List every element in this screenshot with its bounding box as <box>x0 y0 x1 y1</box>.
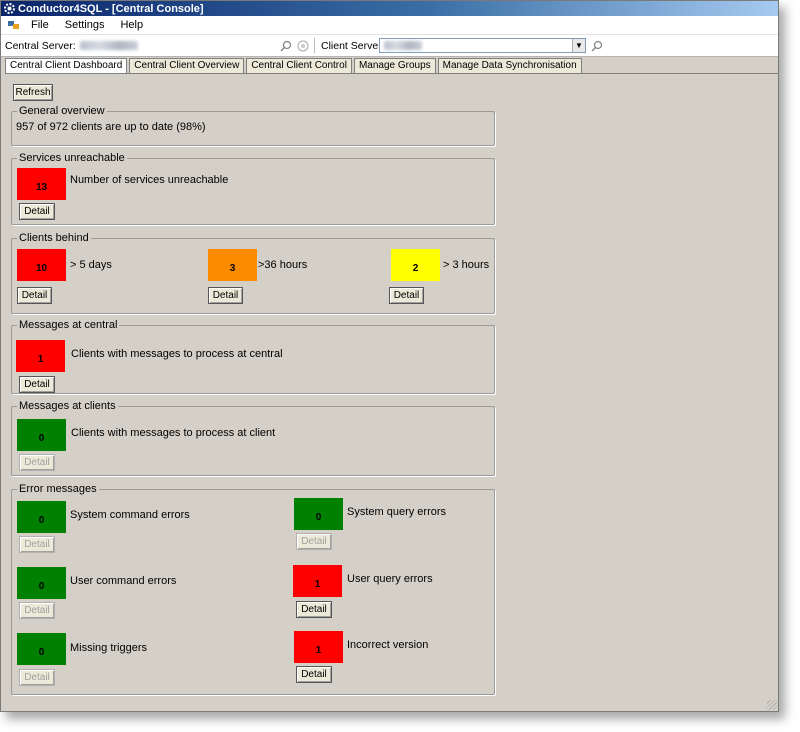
messages-clients-group: Messages at clients 0 Clients with messa… <box>11 400 495 476</box>
messages-clients-indicator: 0 <box>17 419 66 451</box>
title-bar: Conductor4SQL - [Central Console] <box>1 1 778 16</box>
clients-behind-5days-label: > 5 days <box>70 259 112 271</box>
system-query-errors-label: System query errors <box>347 506 447 518</box>
messages-clients-label: Clients with messages to process at clie… <box>71 427 276 439</box>
clients-behind-3hours-label: > 3 hours <box>443 259 490 271</box>
services-unreachable-label: Number of services unreachable <box>70 174 229 186</box>
user-query-errors-label: User query errors <box>347 573 433 585</box>
main-window: Conductor4SQL - [Central Console] File S… <box>0 0 779 712</box>
services-unreachable-indicator: 13 <box>17 168 66 200</box>
menu-help[interactable]: Help <box>112 19 151 31</box>
general-overview-summary: 957 of 972 clients are up to date (98%) <box>16 121 206 133</box>
clients-behind-36hours-indicator: 3 <box>208 249 257 281</box>
system-query-errors-detail-button[interactable]: Detail <box>296 533 332 550</box>
app-menu-icon[interactable] <box>7 19 21 31</box>
client-servers-value <box>384 41 422 50</box>
app-gear-icon <box>3 2 16 15</box>
messages-central-indicator: 1 <box>16 340 65 372</box>
missing-triggers-label: Missing triggers <box>70 642 148 654</box>
clients-behind-5days-detail-button[interactable]: Detail <box>17 287 52 304</box>
messages-clients-title: Messages at clients <box>17 400 118 412</box>
user-command-errors-detail-button[interactable]: Detail <box>19 602 55 619</box>
client-servers-select[interactable]: ▼ <box>379 38 586 53</box>
system-command-errors-detail-button[interactable]: Detail <box>19 536 55 553</box>
window-title: Conductor4SQL - [Central Console] <box>18 2 204 15</box>
tab-central-client-control[interactable]: Central Client Control <box>246 58 352 74</box>
missing-triggers-detail-button[interactable]: Detail <box>19 669 55 686</box>
error-messages-title: Error messages <box>17 483 99 495</box>
services-detail-button[interactable]: Detail <box>19 203 55 220</box>
resize-grip[interactable] <box>767 700 777 710</box>
system-query-errors-indicator: 0 <box>294 498 343 530</box>
central-server-value[interactable] <box>79 41 138 50</box>
tab-strip: Central Client Dashboard Central Client … <box>5 58 584 74</box>
messages-central-group: Messages at central 1 Clients with messa… <box>11 319 495 394</box>
server-toolbar: Central Server: Client Servers: ▼ <box>1 35 778 57</box>
client-search-icon[interactable] <box>591 40 603 52</box>
incorrect-version-detail-button[interactable]: Detail <box>296 666 332 683</box>
menu-settings[interactable]: Settings <box>57 19 113 31</box>
tab-divider <box>5 73 778 74</box>
central-server-label: Central Server: <box>5 39 76 52</box>
clients-behind-group: Clients behind 10 > 5 days Detail 3 >36 … <box>11 232 495 314</box>
missing-triggers-indicator: 0 <box>17 633 66 665</box>
tab-central-client-dashboard[interactable]: Central Client Dashboard <box>5 58 128 74</box>
user-query-errors-indicator: 1 <box>293 565 342 597</box>
refresh-button[interactable]: Refresh <box>13 84 53 101</box>
user-command-errors-label: User command errors <box>70 575 177 587</box>
incorrect-version-indicator: 1 <box>294 631 343 663</box>
clients-behind-36hours-label: >36 hours <box>258 259 308 271</box>
system-command-errors-indicator: 0 <box>17 501 66 533</box>
error-messages-group: Error messages 0 System command errors D… <box>11 483 495 695</box>
menu-bar: File Settings Help <box>1 16 778 35</box>
user-command-errors-indicator: 0 <box>17 567 66 599</box>
system-command-errors-label: System command errors <box>70 509 190 521</box>
tab-manage-groups[interactable]: Manage Groups <box>353 58 436 74</box>
clients-behind-title: Clients behind <box>17 232 91 244</box>
clear-icon[interactable] <box>297 40 309 52</box>
tab-central-client-overview[interactable]: Central Client Overview <box>129 58 245 74</box>
clients-behind-36hours-detail-button[interactable]: Detail <box>208 287 243 304</box>
general-overview-title: General overview <box>17 105 107 117</box>
clients-behind-3hours-indicator: 2 <box>391 249 440 281</box>
services-unreachable-title: Services unreachable <box>17 152 127 164</box>
menu-file[interactable]: File <box>23 19 57 31</box>
clients-behind-5days-indicator: 10 <box>17 249 66 281</box>
chevron-down-icon[interactable]: ▼ <box>572 39 585 52</box>
services-unreachable-group: Services unreachable 13 Number of servic… <box>11 152 495 225</box>
general-overview-group: General overview 957 of 972 clients are … <box>11 105 495 146</box>
search-icon[interactable] <box>280 40 292 52</box>
messages-central-detail-button[interactable]: Detail <box>19 376 55 393</box>
incorrect-version-label: Incorrect version <box>347 639 429 651</box>
tab-manage-data-synchronisation[interactable]: Manage Data Synchronisation <box>437 58 582 74</box>
messages-central-label: Clients with messages to process at cent… <box>71 348 283 360</box>
messages-central-title: Messages at central <box>17 319 120 331</box>
toolbar-separator <box>314 38 315 53</box>
messages-clients-detail-button[interactable]: Detail <box>19 454 55 471</box>
user-query-errors-detail-button[interactable]: Detail <box>296 601 332 618</box>
clients-behind-3hours-detail-button[interactable]: Detail <box>389 287 424 304</box>
